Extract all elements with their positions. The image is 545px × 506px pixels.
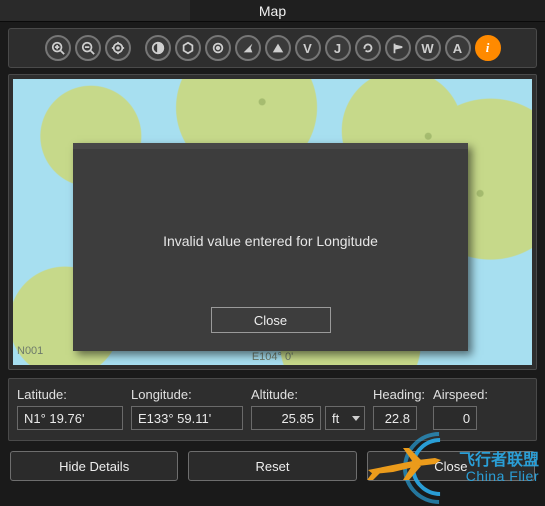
letter-v-icon[interactable]: V: [295, 35, 321, 61]
window-titlebar: Map: [0, 0, 545, 22]
altitude-label: Altitude:: [251, 387, 365, 402]
contrast-icon[interactable]: [145, 35, 171, 61]
airspeed-label: Airspeed:: [433, 387, 488, 402]
map-lat-gridline-label: N001: [17, 345, 43, 357]
coordinate-fields: Latitude: Longitude: Altitude: ft Headin: [8, 378, 537, 441]
windsock-icon[interactable]: [385, 35, 411, 61]
map-canvas[interactable]: N001 E104° 0' Invalid value entered for …: [13, 79, 532, 365]
map-toolbar: V J W A i: [8, 28, 537, 68]
hide-details-button[interactable]: Hide Details: [10, 451, 178, 481]
chevron-down-icon: [352, 416, 360, 421]
map-lon-gridline-label: E104° 0': [252, 351, 293, 363]
error-dialog: Invalid value entered for Longitude Clos…: [73, 143, 468, 351]
reset-button[interactable]: Reset: [188, 451, 356, 481]
dialog-message: Invalid value entered for Longitude: [73, 233, 468, 249]
zoom-out-icon[interactable]: [75, 35, 101, 61]
bottom-button-row: Hide Details Reset Close: [8, 451, 537, 481]
zoom-in-icon[interactable]: [45, 35, 71, 61]
letter-j-icon[interactable]: J: [325, 35, 351, 61]
target-icon[interactable]: [205, 35, 231, 61]
dialog-close-button[interactable]: Close: [211, 307, 331, 333]
triangle-icon[interactable]: [265, 35, 291, 61]
refresh-icon[interactable]: [355, 35, 381, 61]
longitude-input[interactable]: [131, 406, 243, 430]
heading-input[interactable]: [373, 406, 417, 430]
hexagon-icon[interactable]: [175, 35, 201, 61]
letter-a-icon[interactable]: A: [445, 35, 471, 61]
latitude-label: Latitude:: [17, 387, 123, 402]
center-aircraft-icon[interactable]: [105, 35, 131, 61]
close-button[interactable]: Close: [367, 451, 535, 481]
dialog-header[interactable]: [73, 143, 468, 149]
heading-label: Heading:: [373, 387, 425, 402]
altitude-unit-select[interactable]: ft: [325, 406, 365, 430]
latitude-input[interactable]: [17, 406, 123, 430]
altitude-unit-label: ft: [332, 411, 339, 426]
map-container: N001 E104° 0' Invalid value entered for …: [8, 74, 537, 370]
navaid-icon[interactable]: [235, 35, 261, 61]
window-title: Map: [259, 3, 286, 19]
longitude-label: Longitude:: [131, 387, 243, 402]
info-icon[interactable]: i: [475, 35, 501, 61]
letter-w-icon[interactable]: W: [415, 35, 441, 61]
airspeed-input[interactable]: [433, 406, 477, 430]
altitude-input[interactable]: [251, 406, 321, 430]
